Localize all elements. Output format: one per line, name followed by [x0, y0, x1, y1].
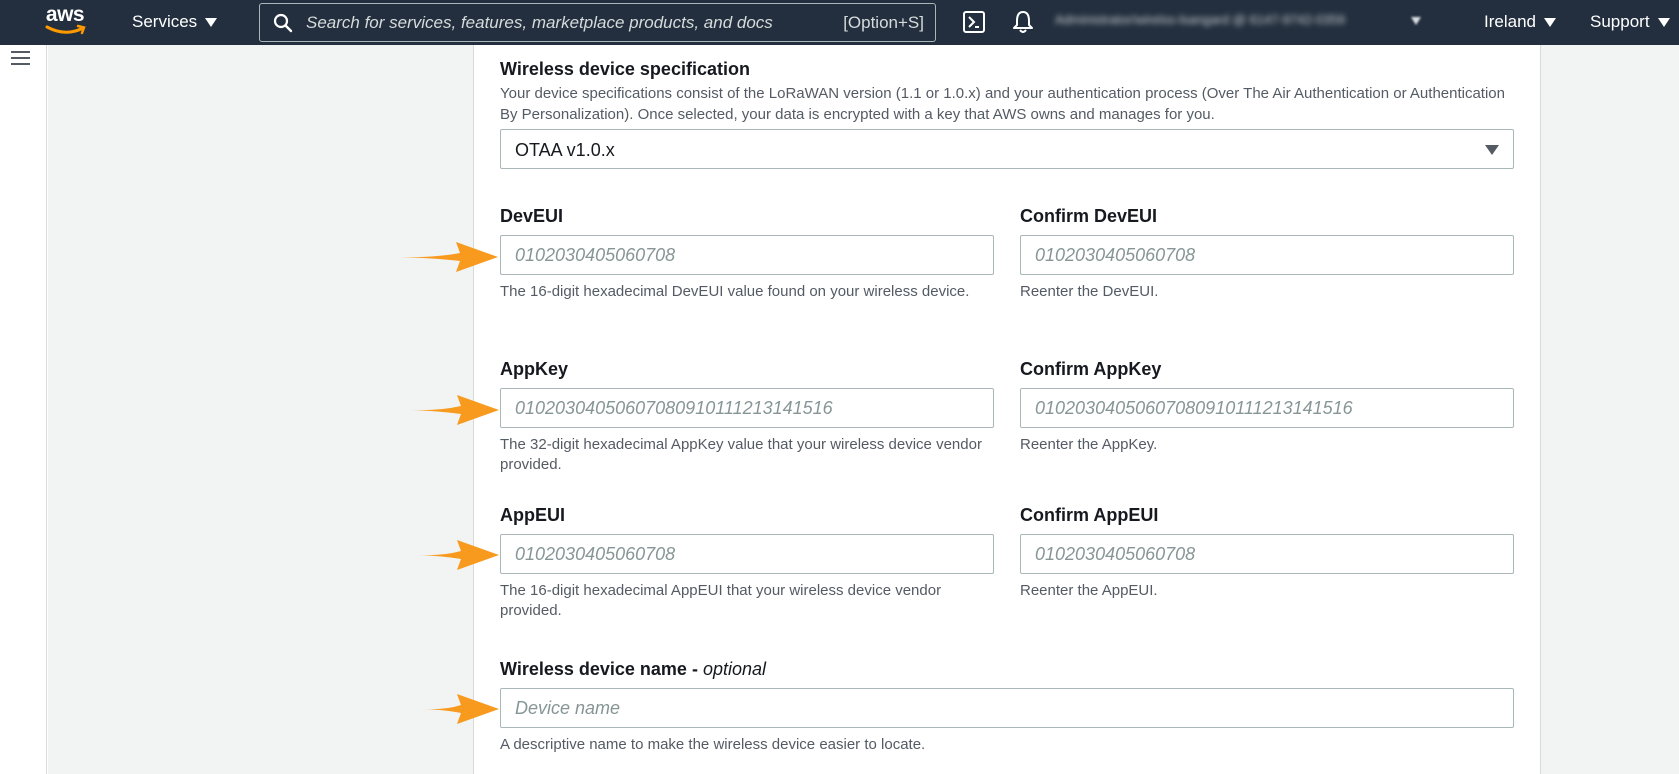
- confirm-deveui-description: Reenter the DevEUI.: [1020, 283, 1159, 300]
- services-label: Services: [132, 12, 198, 31]
- deveui-description: The 16-digit hexadecimal DevEUI value fo…: [500, 283, 970, 300]
- confirm-appkey-description: Reenter the AppKey.: [1020, 436, 1158, 453]
- device-name-label-text: Wireless device name -: [500, 659, 703, 679]
- deveui-field[interactable]: [500, 235, 994, 275]
- caret-down-icon: [1543, 18, 1556, 27]
- confirm-deveui-input[interactable]: [1021, 236, 1513, 274]
- appeui-description: The 16-digit hexadecimal AppEUI that you…: [500, 582, 942, 619]
- account-menu[interactable]: Administrator/wirelss-lsangard @ 6147-97…: [1055, 12, 1395, 32]
- hamburger-menu-icon[interactable]: [11, 51, 30, 66]
- spec-description: Your device specifications consist of th…: [500, 85, 1505, 123]
- confirm-appkey-field[interactable]: [1020, 388, 1514, 428]
- device-name-label: Wireless device name - optional: [500, 659, 766, 680]
- deveui-input[interactable]: [501, 236, 993, 274]
- cloudshell-icon[interactable]: [963, 11, 985, 33]
- support-label: Support: [1590, 12, 1650, 31]
- confirm-appkey-label: Confirm AppKey: [1020, 359, 1162, 379]
- form-panel: Wireless device specification Your devic…: [473, 45, 1541, 774]
- aws-smile-icon: [45, 24, 86, 35]
- spec-selected-value: OTAA v1.0.x: [515, 140, 615, 160]
- search-bar[interactable]: [Option+S]: [259, 3, 936, 42]
- annotation-arrow-icon: [396, 242, 498, 272]
- confirm-appeui-field[interactable]: [1020, 534, 1514, 574]
- caret-down-icon: [1657, 18, 1670, 27]
- account-label: Administrator/wirelss-lsangard @ 6147-97…: [1055, 12, 1345, 27]
- confirm-appeui-description: Reenter the AppEUI.: [1020, 582, 1158, 599]
- page-background-right: [1541, 45, 1679, 774]
- top-navigation-bar: aws Services [Option+S] Administrator/wi…: [0, 0, 1679, 45]
- search-icon: [273, 13, 293, 33]
- spec-select[interactable]: OTAA v1.0.x: [500, 129, 1514, 169]
- appkey-description: The 32-digit hexadecimal AppKey value th…: [500, 436, 982, 473]
- aws-logo[interactable]: aws: [41, 4, 89, 40]
- region-label: Ireland: [1484, 12, 1536, 31]
- aws-logo-text: aws: [45, 3, 85, 26]
- caret-down-icon: [205, 18, 218, 27]
- confirm-deveui-field[interactable]: [1020, 235, 1514, 275]
- account-caret-icon: [1411, 17, 1421, 25]
- region-selector[interactable]: Ireland: [1484, 12, 1556, 32]
- annotation-arrow-icon: [419, 540, 499, 570]
- appkey-label: AppKey: [500, 359, 569, 379]
- appeui-field[interactable]: [500, 534, 994, 574]
- device-name-input[interactable]: [501, 689, 1513, 727]
- annotation-arrow-icon: [424, 694, 499, 724]
- optional-tag: optional: [702, 659, 767, 679]
- spec-label: Wireless device specification: [500, 59, 750, 79]
- terminal-prompt-icon: [968, 16, 979, 28]
- search-input[interactable]: [306, 8, 776, 37]
- caret-down-icon: [1485, 145, 1499, 155]
- appeui-input[interactable]: [501, 535, 993, 573]
- notifications-bell-icon[interactable]: [1012, 9, 1034, 35]
- confirm-appeui-input[interactable]: [1021, 535, 1513, 573]
- confirm-deveui-label: Confirm DevEUI: [1020, 206, 1158, 226]
- confirm-appkey-input[interactable]: [1021, 389, 1513, 427]
- device-name-description: A descriptive name to make the wireless …: [500, 736, 926, 753]
- device-name-field[interactable]: [500, 688, 1514, 728]
- annotation-arrow-icon: [411, 395, 499, 425]
- deveui-label: DevEUI: [500, 206, 564, 226]
- appeui-label: AppEUI: [500, 505, 565, 525]
- side-navigation-rail: [0, 45, 47, 774]
- support-menu[interactable]: Support: [1590, 12, 1670, 32]
- appkey-input[interactable]: [501, 389, 993, 427]
- services-menu[interactable]: Services: [132, 12, 218, 32]
- appkey-field[interactable]: [500, 388, 994, 428]
- search-shortcut-hint: [Option+S]: [843, 13, 924, 32]
- confirm-appeui-label: Confirm AppEUI: [1020, 505, 1159, 525]
